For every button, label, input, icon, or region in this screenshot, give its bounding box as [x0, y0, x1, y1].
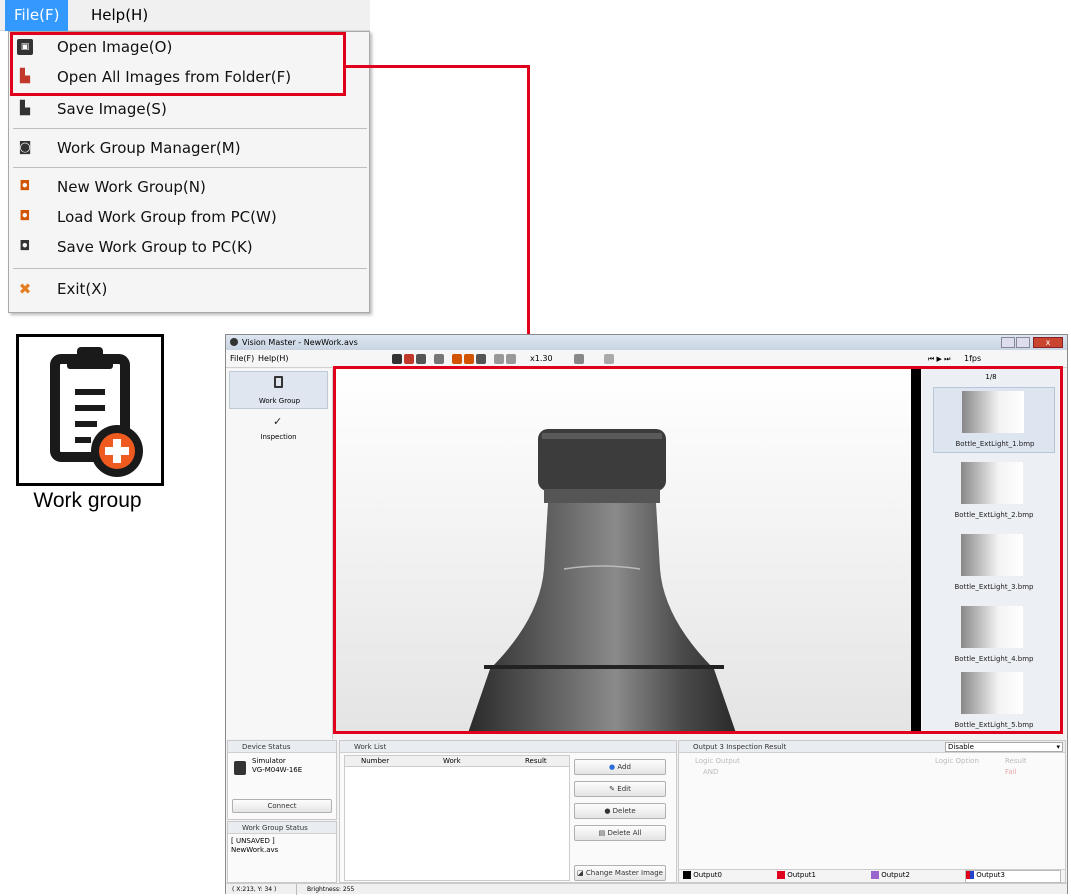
status-bar: ( X:213, Y: 34 ) Brightness: 255: [226, 883, 1067, 895]
work-group-status-header: Work Group Status: [228, 822, 336, 834]
work-group-status-panel: Work Group Status [ UNSAVED ] NewWork.av…: [227, 821, 337, 883]
title-bar: Vision Master - NewWork.avs x: [226, 335, 1067, 350]
app-help-menu[interactable]: Help(H): [258, 350, 289, 368]
delete-button[interactable]: ● Delete: [574, 803, 666, 819]
work-list-header: Work List: [340, 741, 676, 753]
toolbar-save-group-icon[interactable]: [476, 354, 486, 364]
save-icon: ▙: [20, 101, 30, 116]
work-group-manager-icon: ◙: [18, 140, 32, 155]
new-work-group-icon: ◘: [19, 179, 31, 194]
close-window-button[interactable]: x: [1033, 337, 1063, 348]
divider: [13, 167, 367, 168]
edit-button[interactable]: ✎ Edit: [574, 781, 666, 797]
callout-connector-horizontal: [346, 65, 530, 68]
tab-output3[interactable]: Output3: [965, 870, 1061, 883]
work-group-large-icon: [16, 334, 164, 486]
minimize-button[interactable]: [1001, 337, 1015, 348]
toolbar-new-group-icon[interactable]: [452, 354, 462, 364]
add-button[interactable]: ● Add: [574, 759, 666, 775]
menu-item-save-work-group[interactable]: ◘ Save Work Group to PC(K): [9, 232, 369, 262]
tab-output0[interactable]: Output0: [683, 871, 777, 882]
toolbar-work-group-icon[interactable]: [434, 354, 444, 364]
zoom-in-icon[interactable]: [494, 354, 504, 364]
delete-all-button[interactable]: ▤ Delete All: [574, 825, 666, 841]
save-work-group-icon: ◘: [19, 239, 31, 254]
menu-item-save-image[interactable]: ▙ Save Image(S): [9, 94, 369, 124]
check-icon: ✓: [273, 415, 283, 428]
pencil-icon: ✎: [609, 785, 616, 793]
divider: [13, 128, 367, 129]
layout-icon[interactable]: [604, 354, 614, 364]
window-title: Vision Master - NewWork.avs: [242, 338, 358, 347]
menu-item-work-group-manager[interactable]: ◙ Work Group Manager(M): [9, 133, 369, 163]
toolbar-load-group-icon[interactable]: [464, 354, 474, 364]
image-icon: ◪: [577, 869, 584, 877]
load-icon: ◘: [19, 209, 31, 224]
fit-icon[interactable]: [574, 354, 584, 364]
callout-box-viewer: [333, 366, 1063, 734]
output-tabs: Output0 Output1 Output2 Output3: [679, 869, 1065, 883]
work-list-table[interactable]: Number Work Result: [344, 755, 570, 881]
connect-button[interactable]: Connect: [232, 799, 332, 813]
clipboard-icon: [274, 376, 283, 388]
nav-inspection[interactable]: ✓ Inspection: [229, 413, 328, 447]
brightness-readout: Brightness: 255: [296, 884, 354, 895]
camera-icon: [234, 761, 246, 775]
plus-icon: ●: [609, 763, 616, 771]
trash-icon: ▤: [598, 829, 606, 837]
app-file-menu[interactable]: File(F): [230, 350, 254, 368]
minus-icon: ●: [604, 807, 611, 815]
file-menu[interactable]: File(F): [5, 0, 69, 31]
device-status-header: Device Status: [228, 741, 336, 753]
zoom-out-icon[interactable]: [506, 354, 516, 364]
menu-item-load-work-group[interactable]: ◘ Load Work Group from PC(W): [9, 202, 369, 232]
toolbar-folder-icon[interactable]: [404, 354, 414, 364]
divider: [13, 268, 367, 269]
chevron-down-icon: ▾: [1056, 743, 1060, 751]
menu-bar: File(F) Help(H): [0, 0, 370, 31]
work-group-label: Work group: [33, 489, 142, 512]
nav-work-group[interactable]: Work Group: [229, 371, 328, 409]
output-inspection-panel: Output 3 Inspection Result Disable ▾ Logi…: [678, 740, 1066, 883]
left-nav: Work Group ✓ Inspection: [226, 369, 333, 739]
app-logo-icon: [230, 338, 238, 346]
help-menu[interactable]: Help(H): [82, 0, 157, 31]
callout-box-menu: [10, 32, 346, 96]
menu-item-exit[interactable]: ✖ Exit(X): [9, 274, 369, 304]
change-master-image-button[interactable]: ◪ Change Master Image: [574, 865, 666, 881]
maximize-button[interactable]: [1016, 337, 1030, 348]
disable-select[interactable]: Disable ▾: [945, 742, 1063, 752]
work-list-panel: Work List Number Work Result ● Add ✎ Edi…: [339, 740, 677, 883]
device-status-panel: Device Status Simulator VG-M04W-16E Conn…: [227, 740, 337, 820]
menu-item-new-work-group[interactable]: ◘ New Work Group(N): [9, 172, 369, 202]
toolbar-open-image-icon[interactable]: [392, 354, 402, 364]
toolbar-save-icon[interactable]: [416, 354, 426, 364]
tab-output2[interactable]: Output2: [871, 871, 965, 882]
close-icon: ✖: [18, 280, 32, 298]
cursor-coords: ( X:213, Y: 34 ): [232, 886, 277, 893]
callout-connector-vertical: [527, 65, 530, 355]
tab-output1[interactable]: Output1: [777, 871, 871, 882]
